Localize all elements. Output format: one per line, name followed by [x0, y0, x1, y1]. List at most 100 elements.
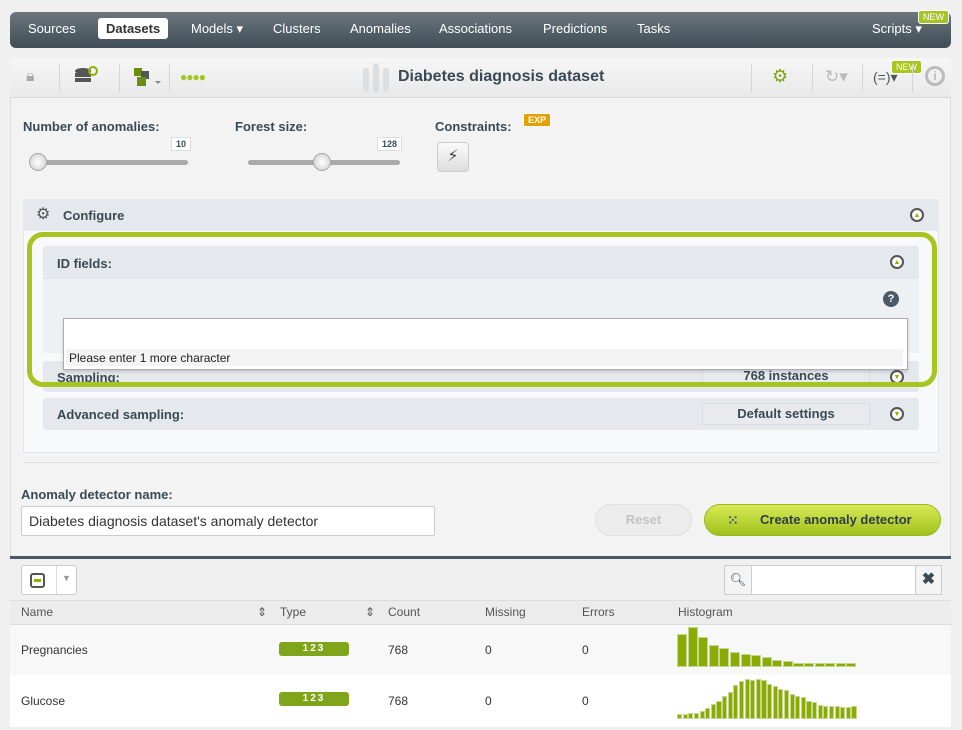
nav-scripts[interactable]: Scripts ▾: [872, 21, 922, 37]
histogram-bar: [778, 689, 784, 719]
histogram-bar: [823, 705, 829, 719]
table-search-input[interactable]: [753, 566, 915, 594]
help-icon[interactable]: ?: [883, 291, 899, 307]
collapse-up-icon[interactable]: ▲: [890, 255, 904, 269]
one-click-icon[interactable]: ↻▾: [825, 67, 848, 87]
gears-icon: ⚙︎: [36, 206, 51, 223]
constraints-label: Constraints:: [435, 119, 512, 134]
histogram-bar: [751, 654, 762, 667]
histogram-bar: [740, 653, 751, 667]
histogram-bar: [677, 634, 688, 667]
field-filter-dropdown[interactable]: ▼: [21, 565, 77, 595]
field-toggle-icon: [30, 573, 45, 588]
anomaly-detector-icon: ⁙: [727, 512, 739, 528]
anomalies-label: Number of anomalies:: [23, 119, 160, 134]
histogram-bar: [825, 662, 836, 667]
histogram-bar: [835, 662, 846, 667]
reset-button[interactable]: Reset: [595, 504, 692, 536]
histogram-bar: [727, 692, 733, 719]
histogram-bar: [710, 703, 716, 719]
nav-anomalies[interactable]: Anomalies: [350, 21, 411, 36]
histogram-bar: [677, 713, 683, 719]
histogram-bar: [845, 706, 851, 719]
nav-clusters[interactable]: Clusters: [273, 21, 321, 36]
nav-models-label: Models: [191, 21, 233, 36]
histogram-bar: [708, 645, 719, 667]
histogram-bar: [682, 713, 688, 719]
nav-tasks[interactable]: Tasks: [637, 21, 670, 36]
clear-search-icon[interactable]: ✖: [915, 566, 941, 594]
column-header-name[interactable]: Name: [21, 605, 53, 619]
anomalies-slider[interactable]: [29, 160, 188, 165]
table-search: 🔍︎ ✖: [724, 565, 942, 595]
sort-icon[interactable]: ⇕: [257, 605, 267, 619]
histogram-bar: [716, 700, 722, 719]
table-row[interactable]: [10, 625, 951, 675]
forest-size-slider-handle[interactable]: [313, 153, 331, 171]
column-header-count: Count: [388, 605, 421, 619]
detector-name-input[interactable]: [21, 506, 435, 536]
histogram-bar: [767, 684, 773, 719]
id-fields-label: ID fields:: [57, 256, 112, 271]
progress-dots-icon: ●●●●: [180, 70, 206, 84]
dataset-search-icon[interactable]: [74, 66, 98, 88]
histogram-bar: [828, 705, 834, 719]
top-nav: Sources Datasets Models ▾ Clusters Anoma…: [10, 10, 951, 48]
nav-predictions[interactable]: Predictions: [543, 21, 607, 36]
histogram-bar: [840, 706, 846, 719]
advanced-sampling-section[interactable]: Advanced sampling: Default settings ▼: [43, 398, 919, 430]
toolbar: 🔒︎ ●●●● Diabetes diagnosis dataset ⚙︎ ↻▾…: [10, 58, 951, 98]
broken-link-icon: ⚡︎: [447, 148, 459, 165]
nav-datasets[interactable]: Datasets: [98, 18, 169, 39]
exp-badge: EXP: [523, 113, 552, 127]
histogram-bar: [789, 694, 795, 719]
divider: [23, 462, 939, 463]
column-header-errors: Errors: [582, 605, 615, 619]
configure-gears-icon[interactable]: ⚙︎: [772, 66, 788, 87]
histogram-bar: [851, 705, 857, 719]
histogram-bar: [772, 659, 783, 667]
histogram-bar: [817, 704, 823, 719]
lock-icon[interactable]: 🔒︎: [26, 68, 35, 86]
anomalies-value: 10: [171, 137, 192, 151]
count: 768: [388, 694, 409, 708]
histogram-bar: [705, 707, 711, 719]
histogram-bar: [814, 662, 825, 667]
dropdown-message: Please enter 1 more character: [66, 349, 903, 366]
id-fields-select[interactable]: Please enter 1 more character: [63, 318, 908, 370]
nav-scripts-label: Scripts: [872, 21, 912, 36]
fields-icon[interactable]: [133, 67, 163, 94]
histogram-bar: [687, 627, 698, 667]
dataset-bars-icon: [362, 62, 392, 99]
histogram-bar: [782, 660, 793, 667]
missing: 0: [485, 643, 492, 657]
field-name: Glucose: [21, 694, 66, 708]
advanced-sampling-label: Advanced sampling:: [57, 407, 185, 422]
histogram-bar: [744, 679, 750, 719]
expand-down-icon[interactable]: ▼: [890, 407, 904, 421]
id-fields-header[interactable]: ID fields: ▲: [43, 246, 919, 279]
constraints-link-button[interactable]: ⚡︎: [437, 142, 469, 172]
histogram-bar: [750, 680, 756, 719]
id-fields-input[interactable]: [64, 319, 907, 348]
column-header-type[interactable]: Type: [280, 605, 306, 619]
caret-down-icon: ▾: [236, 21, 244, 36]
nav-sources[interactable]: Sources: [28, 21, 76, 36]
create-anomaly-detector-button[interactable]: ⁙ Create anomaly detector: [704, 504, 941, 536]
collapse-up-icon[interactable]: ▲: [910, 208, 924, 222]
configure-header[interactable]: ⚙︎ Configure ▲: [23, 199, 939, 231]
nav-models[interactable]: Models ▾: [191, 21, 243, 37]
column-header-missing: Missing: [485, 605, 526, 619]
sort-icon[interactable]: ⇕: [365, 605, 375, 619]
errors: 0: [582, 643, 589, 657]
histogram-bar: [804, 662, 815, 667]
anomalies-slider-handle[interactable]: [29, 153, 47, 171]
histogram-bar: [806, 700, 812, 719]
histogram-bar: [733, 685, 739, 719]
histogram-bar: [795, 696, 801, 719]
nav-associations[interactable]: Associations: [439, 21, 512, 36]
advanced-sampling-value: Default settings: [702, 403, 870, 425]
histogram-bar: [729, 651, 741, 667]
info-icon[interactable]: i: [925, 66, 945, 86]
histogram-bar: [719, 647, 730, 667]
